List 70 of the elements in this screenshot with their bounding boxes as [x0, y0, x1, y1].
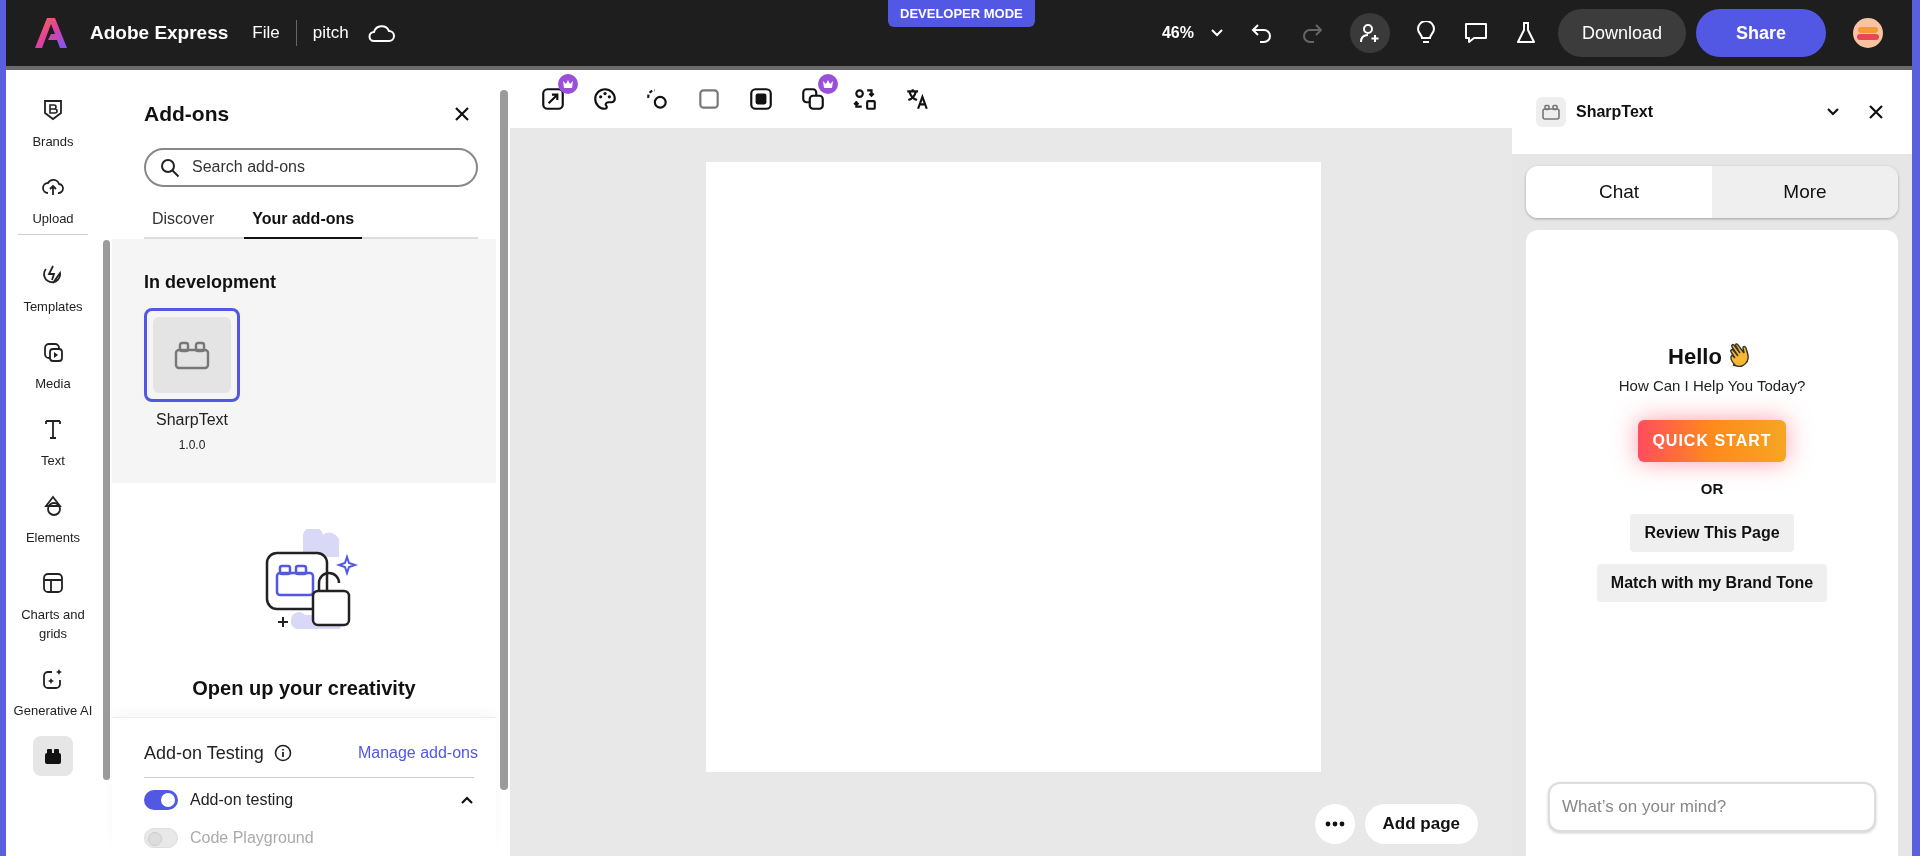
translate-icon[interactable] — [904, 86, 930, 112]
flask-icon[interactable] — [1515, 21, 1536, 45]
square-icon[interactable] — [696, 86, 722, 112]
manage-addons-link[interactable]: Manage add-ons — [357, 741, 478, 765]
toggle-label: Code Playground — [190, 827, 314, 848]
close-icon[interactable] — [1868, 104, 1884, 120]
crown-icon — [818, 74, 838, 94]
zoom-level[interactable]: 46% — [1161, 21, 1194, 45]
avatar[interactable] — [1852, 17, 1884, 49]
addon-tile[interactable] — [144, 307, 240, 402]
developer-mode-badge: DEVELOPER MODE — [888, 0, 1035, 27]
tab[interactable]: Discover — [152, 206, 215, 237]
share-button[interactable]: Share — [1695, 9, 1826, 57]
toggle-switch[interactable] — [144, 789, 178, 810]
rail-item[interactable]: Text — [8, 409, 98, 470]
frame-icon[interactable] — [748, 86, 774, 112]
toggle-label: Add-on testing — [190, 789, 294, 810]
rail-item[interactable]: Upload — [8, 167, 98, 228]
empty-state-title: Open up your creativity — [191, 675, 417, 701]
addon-icon — [173, 339, 211, 370]
comment-icon[interactable] — [1463, 22, 1488, 44]
replace-icon[interactable] — [852, 86, 878, 112]
tab[interactable]: Chat — [1526, 166, 1712, 218]
scrollbar[interactable] — [500, 90, 508, 790]
rail-item[interactable]: Templates — [8, 255, 98, 316]
message-field[interactable]: What’s on your mind? — [1548, 782, 1876, 832]
shape-swap-icon[interactable] — [644, 86, 670, 112]
download-button[interactable]: Download — [1557, 9, 1686, 57]
suggestion-button[interactable]: Match with my Brand Tone — [1596, 564, 1828, 602]
scrollbar[interactable] — [103, 240, 110, 780]
crown-icon — [558, 74, 578, 94]
rail-item[interactable]: Charts and grids — [8, 563, 98, 643]
app-logo-icon[interactable] — [34, 17, 68, 49]
chevron-up-icon[interactable] — [460, 794, 474, 805]
chevron-down-icon[interactable] — [1826, 107, 1840, 117]
section-heading: Add-on Testing — [144, 741, 264, 765]
rail-item[interactable]: Generative AI — [8, 659, 98, 720]
file-menu[interactable]: File — [252, 20, 280, 46]
invite-button[interactable] — [1349, 13, 1390, 53]
panel-title: SharpText — [1576, 102, 1654, 122]
greeting-subtitle: How Can I Help You Today? — [1618, 376, 1806, 396]
rail-item[interactable]: Elements — [8, 486, 98, 547]
add-page-button[interactable]: Add page — [1364, 804, 1478, 844]
lightbulb-icon[interactable] — [1415, 21, 1436, 45]
close-icon[interactable] — [454, 105, 470, 122]
suggestion-button[interactable]: Review This Page — [1630, 514, 1794, 552]
document-name[interactable]: pitch — [312, 20, 349, 46]
rail-item[interactable]: Media — [8, 332, 98, 393]
palette-icon[interactable] — [592, 86, 618, 112]
search-field[interactable]: Search add-ons — [144, 147, 478, 187]
app-name: Adobe Express — [90, 20, 229, 45]
more-button[interactable] — [1314, 804, 1355, 844]
layers-icon[interactable] — [800, 86, 826, 112]
or-label: OR — [1700, 478, 1724, 499]
rail-item[interactable]: Brands — [8, 90, 98, 151]
info-icon[interactable] — [273, 744, 292, 762]
search-icon — [160, 157, 180, 178]
undo-icon[interactable] — [1249, 21, 1274, 45]
greeting: Hello — [1668, 343, 1722, 371]
more-icon — [1324, 821, 1345, 827]
add-person-icon — [1358, 22, 1381, 44]
resize-icon[interactable] — [540, 86, 566, 112]
tab[interactable]: More — [1712, 166, 1898, 218]
panel-title: Add-ons — [144, 101, 230, 127]
addon-version: 1.0.0 — [178, 436, 206, 454]
cloud-icon[interactable] — [366, 23, 395, 43]
addon-name: SharpText — [155, 409, 228, 430]
rail-icon — [33, 736, 73, 776]
addon-icon — [1536, 97, 1566, 127]
section-heading: In development — [144, 270, 278, 294]
